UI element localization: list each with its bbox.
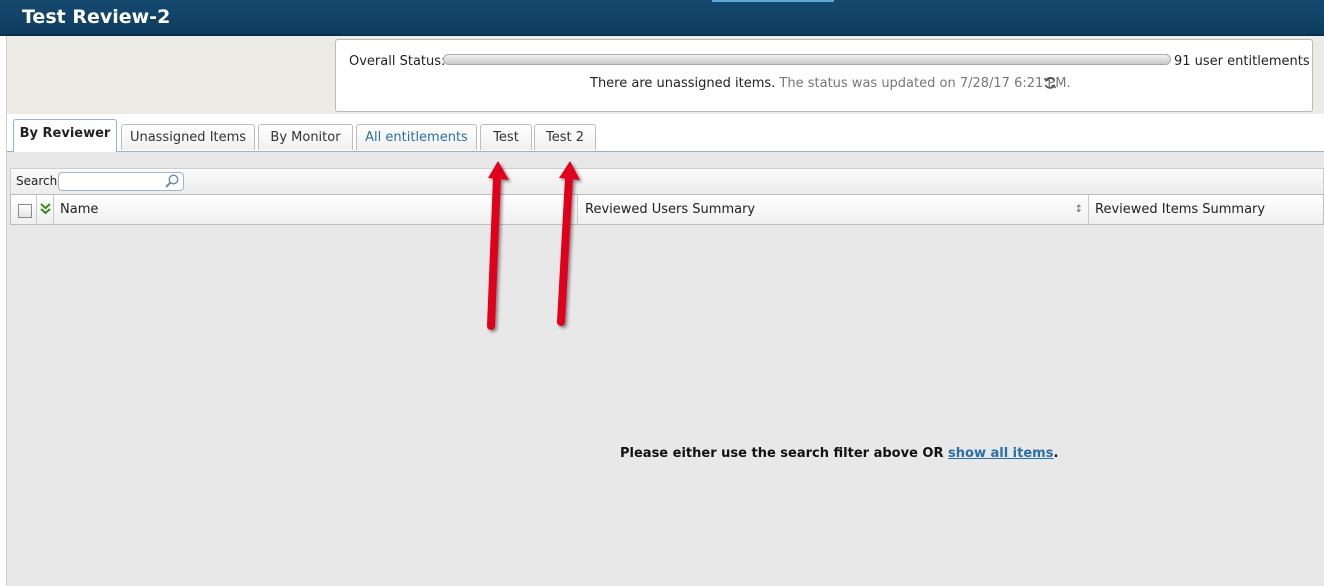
status-progress-bar bbox=[443, 54, 1171, 65]
unassigned-message: There are unassigned items. bbox=[590, 76, 776, 91]
title-bar-highlight bbox=[712, 0, 834, 2]
select-all-checkbox[interactable] bbox=[18, 204, 32, 218]
overall-status-label: Overall Status: bbox=[349, 54, 446, 69]
tab-by-monitor[interactable]: By Monitor bbox=[258, 124, 353, 150]
search-toolbar: Search: bbox=[10, 168, 1324, 194]
status-updated-text: The status was updated on 7/28/17 6:21 P… bbox=[779, 76, 1071, 91]
tab-unassigned-items[interactable]: Unassigned Items bbox=[121, 124, 255, 150]
entitlement-count: 91 user entitlements bbox=[1174, 54, 1310, 69]
search-input[interactable] bbox=[63, 174, 163, 190]
search-label: Search: bbox=[16, 174, 62, 188]
column-header-name[interactable]: Name bbox=[54, 195, 578, 224]
column-header-reviewed-items[interactable]: Reviewed Items Summary bbox=[1089, 195, 1323, 224]
show-all-items-link[interactable]: show all items bbox=[948, 446, 1053, 461]
sort-icon[interactable]: ↕ bbox=[1075, 195, 1083, 225]
left-edge bbox=[0, 36, 7, 586]
search-field[interactable] bbox=[58, 172, 184, 191]
refresh-icon-glyph bbox=[1043, 77, 1057, 89]
search-icon[interactable] bbox=[163, 173, 181, 190]
search-icon-glyph bbox=[165, 174, 179, 188]
expand-all-icon[interactable] bbox=[37, 195, 54, 224]
refresh-icon[interactable] bbox=[1042, 76, 1058, 92]
title-bar: Test Review-2 bbox=[0, 0, 1324, 36]
tab-test[interactable]: Test bbox=[480, 124, 532, 150]
tab-strip: By Reviewer Unassigned Items By Monitor … bbox=[7, 114, 1324, 152]
tab-test-2[interactable]: Test 2 bbox=[534, 124, 596, 150]
table-header: Name Reviewed Users Summary ↕ Reviewed I… bbox=[10, 194, 1324, 225]
column-header-reviewed-users-label: Reviewed Users Summary bbox=[585, 202, 756, 217]
empty-state-message: Please either use the search filter abov… bbox=[620, 446, 1058, 461]
tab-all-entitlements[interactable]: All entitlements bbox=[356, 124, 477, 150]
tab-by-reviewer[interactable]: By Reviewer bbox=[13, 119, 117, 152]
double-chevron-down-icon bbox=[39, 203, 51, 215]
empty-state-text: Please either use the search filter abov… bbox=[620, 446, 944, 461]
column-header-reviewed-users[interactable]: Reviewed Users Summary ↕ bbox=[579, 195, 1089, 224]
page-title: Test Review-2 bbox=[22, 6, 171, 28]
status-message: There are unassigned items. The status w… bbox=[590, 76, 1071, 91]
empty-state-suffix: . bbox=[1053, 446, 1059, 461]
status-panel: Overall Status: 91 user entitlements The… bbox=[335, 39, 1313, 112]
select-all-cell bbox=[11, 195, 37, 224]
